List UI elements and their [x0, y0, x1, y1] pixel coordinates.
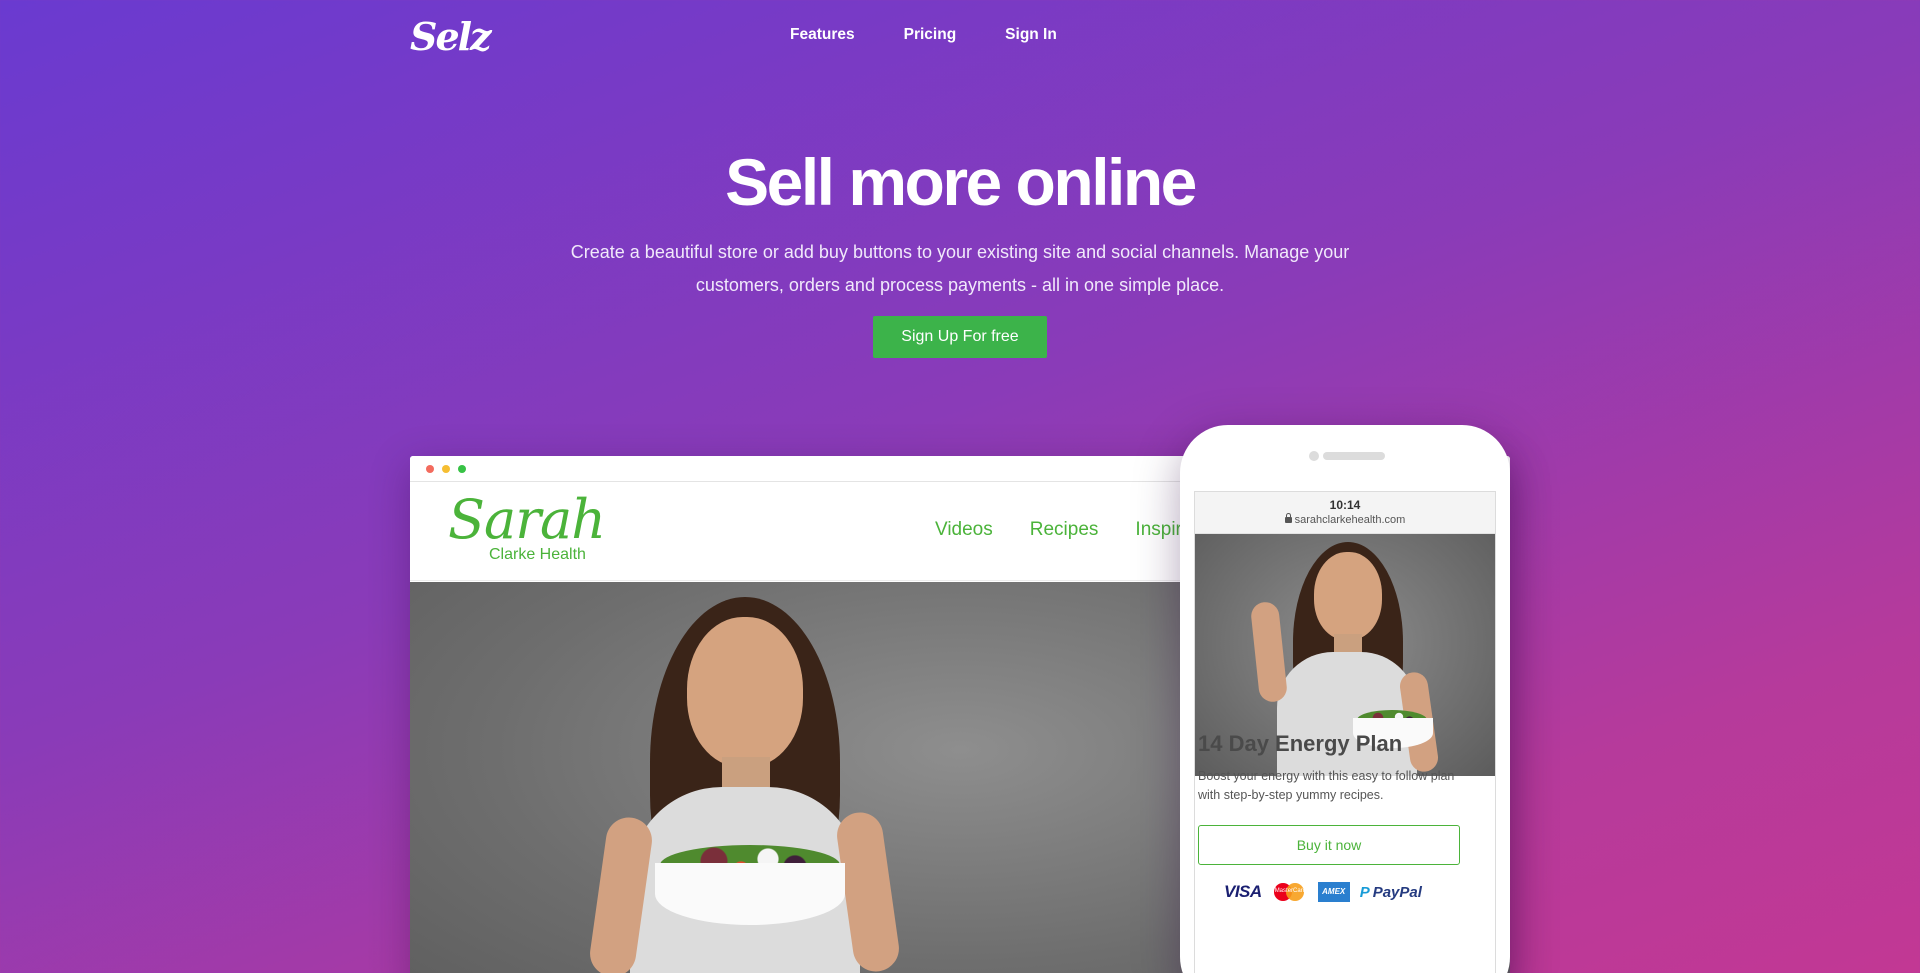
phone-speaker-icon: [1323, 452, 1385, 460]
phone-camera-icon: [1309, 451, 1319, 461]
demo-nav-videos[interactable]: Videos: [935, 519, 993, 541]
mastercard-label: MasterCard: [1274, 888, 1307, 894]
nav-link-pricing[interactable]: Pricing: [904, 26, 957, 44]
demo-site-logo: Sarah: [448, 488, 606, 551]
lock-icon: [1284, 513, 1292, 523]
visa-icon: VISA: [1224, 882, 1262, 901]
demo-nav-recipes[interactable]: Recipes: [1030, 519, 1099, 541]
mastercard-icon: MasterCard: [1272, 881, 1308, 903]
nav-link-features[interactable]: Features: [790, 26, 855, 44]
window-close-dot-icon: [426, 465, 434, 473]
address-url: sarahclarkehealth.com: [1195, 513, 1495, 526]
product-title: 14 Day Energy Plan: [1198, 731, 1403, 756]
hero-subtitle: Create a beautiful store or add buy butt…: [570, 242, 1350, 295]
phone-mockup: 10:14 sarahclarkehealth.com 14 Day Energ…: [1180, 425, 1510, 973]
product-description: Boost your energy with this easy to foll…: [1198, 769, 1455, 802]
demo-site-logo-subtitle: Clarke Health: [489, 546, 586, 563]
paypal-label: PayPal: [1372, 883, 1422, 901]
phone-status-bar: 10:14 sarahclarkehealth.com: [1195, 492, 1495, 534]
url-text: sarahclarkehealth.com: [1294, 514, 1406, 526]
amex-icon: AMEX: [1317, 882, 1350, 902]
nav-link-sign-in[interactable]: Sign In: [1005, 26, 1057, 44]
demo-site-nav: Videos Recipes Inspira: [935, 519, 1192, 541]
hero-title: Sell more online: [725, 145, 1197, 219]
window-maximize-dot-icon: [458, 465, 466, 473]
window-minimize-dot-icon: [442, 465, 450, 473]
selz-logo[interactable]: Selz: [410, 14, 492, 59]
top-nav: Selz Features Pricing Sign In: [0, 0, 1920, 72]
paypal-icon: P PayPal: [1359, 883, 1422, 901]
buy-now-button[interactable]: Buy it now: [1198, 825, 1460, 865]
sign-up-button[interactable]: Sign Up For free: [873, 316, 1047, 358]
status-time: 10:14: [1329, 498, 1361, 512]
nav-links: Features Pricing Sign In: [790, 26, 1057, 44]
payment-methods: VISA MasterCard AMEX P PayPal: [1224, 881, 1422, 903]
